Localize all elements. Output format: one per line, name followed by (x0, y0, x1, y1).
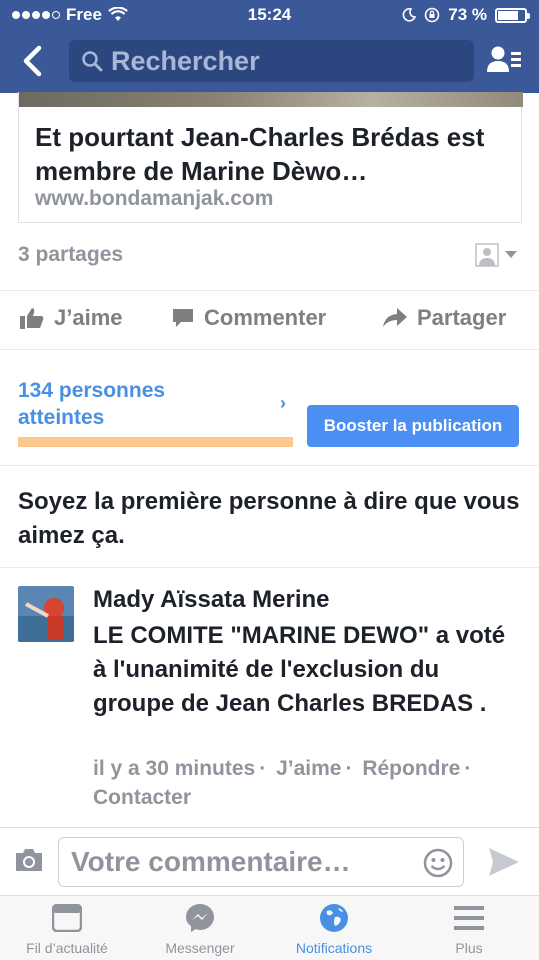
back-arrow-icon[interactable] (18, 44, 48, 78)
search-placeholder: Rechercher (111, 46, 260, 76)
share-button[interactable]: Partager (383, 305, 506, 331)
tab-bar: Fil d’actualité Messenger Notifications (0, 895, 539, 960)
comment-placeholder: Votre commentaire… (71, 846, 351, 877)
link-url: www.bondamanjak.com (35, 187, 274, 210)
rotation-lock-icon (424, 7, 440, 23)
comment-button[interactable]: Commenter (172, 305, 326, 331)
tab-messenger[interactable]: Messenger (135, 902, 265, 956)
comment-composer: Votre commentaire… (0, 827, 539, 895)
comment-input[interactable]: Votre commentaire… (58, 837, 464, 887)
menu-icon (454, 906, 484, 930)
camera-icon[interactable] (14, 848, 44, 872)
reach-section: 134 personnes atteintes › Booster la pub… (0, 361, 539, 466)
comment-author[interactable]: Mady Aïssata Merine (93, 586, 330, 614)
comment-like-link[interactable]: J’aime (276, 757, 341, 780)
shares-count[interactable]: 3 partages (18, 243, 123, 267)
battery-icon (495, 7, 530, 23)
reach-count[interactable]: 134 personnes atteintes (18, 377, 218, 431)
comment-time: il y a 30 minutes (93, 757, 256, 780)
comment-reply-link[interactable]: Répondre (362, 757, 460, 780)
tab-label: Fil d’actualité (26, 940, 108, 956)
link-preview-image (19, 92, 523, 107)
tab-notifications[interactable]: Notifications (269, 902, 399, 956)
link-preview-card[interactable]: Et pourtant Jean-Charles Brédas est memb… (18, 92, 523, 223)
link-title: Et pourtant Jean-Charles Brédas est memb… (35, 122, 485, 186)
post-actions: J’aime Commenter Partager (0, 290, 539, 350)
share-label: Partager (417, 305, 507, 330)
like-label: J’aime (54, 305, 123, 330)
chevron-right-icon[interactable]: › (280, 393, 286, 414)
facebook-post-page: Free 15:24 73 % Rechercher Et pourtant J… (0, 0, 539, 960)
header: Free 15:24 73 % Rechercher (0, 0, 539, 93)
messenger-icon (186, 904, 214, 932)
boost-post-button[interactable]: Booster la publication (307, 405, 519, 447)
audience-selector[interactable] (475, 243, 517, 267)
tab-news-feed[interactable]: Fil d’actualité (2, 902, 132, 956)
globe-icon (320, 904, 348, 932)
share-arrow-icon (383, 308, 407, 327)
comment-icon (173, 309, 193, 327)
comment-label: Commenter (204, 305, 327, 330)
likes-prompt: Soyez la première personne à dire que vo… (18, 488, 520, 549)
comment-contact-link[interactable]: Contacter (93, 786, 191, 809)
profile-placeholder-icon (475, 243, 499, 267)
friend-list-icon[interactable] (487, 44, 523, 76)
tab-more[interactable]: Plus (404, 902, 534, 956)
reach-bar (18, 437, 293, 447)
chevron-down-icon (505, 251, 517, 258)
status-bar: Free 15:24 73 % (0, 0, 539, 30)
emoji-icon[interactable] (423, 848, 453, 878)
search-input[interactable]: Rechercher (69, 40, 474, 82)
send-icon[interactable] (489, 848, 519, 876)
avatar[interactable] (18, 586, 74, 642)
moon-icon (402, 8, 417, 22)
avatar-photo (18, 586, 74, 642)
battery-percent: 73 % (448, 5, 487, 24)
comment-text: LE COMITE "MARINE DEWO" a voté à l'unani… (93, 622, 506, 717)
tab-label: Plus (455, 940, 483, 956)
tab-label: Messenger (165, 940, 235, 956)
divider (0, 567, 539, 568)
comment-meta: il y a 30 minutes · J’aime · Répondre · Con… (93, 757, 472, 809)
like-button[interactable]: J’aime (20, 305, 123, 331)
tab-label: Notifications (295, 940, 373, 956)
status-right: 73 % (402, 5, 530, 25)
thumbs-up-icon (20, 308, 44, 329)
news-feed-icon (52, 904, 82, 932)
search-icon (82, 51, 103, 72)
